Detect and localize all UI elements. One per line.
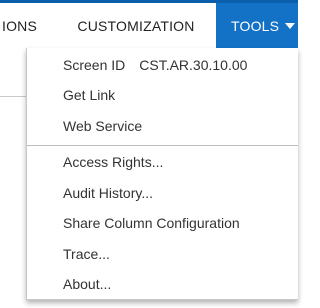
dropdown-item-get-link[interactable]: Get Link <box>27 82 298 108</box>
dropdown-item-trace[interactable]: Trace... <box>27 241 298 267</box>
tools-dropdown-menu: Screen ID CST.AR.30.10.00 Get Link Web S… <box>26 48 298 300</box>
dropdown-item-label: Audit History... <box>63 185 153 201</box>
screen-id-value: CST.AR.30.10.00 <box>139 57 248 73</box>
chevron-down-icon <box>285 22 296 29</box>
menu-item-tools[interactable]: TOOLS <box>216 3 298 48</box>
menu-item-customization-label: CUSTOMIZATION <box>77 17 195 34</box>
dropdown-item-screen-id[interactable]: Screen ID CST.AR.30.10.00 <box>27 52 298 78</box>
dropdown-item-web-service[interactable]: Web Service <box>27 113 298 139</box>
menu-item-actions-label: IONS <box>2 17 38 34</box>
menu-item-tools-label: TOOLS <box>231 17 280 34</box>
dropdown-item-label: Share Column Configuration <box>63 215 240 231</box>
menu-item-actions[interactable]: IONS <box>0 3 50 48</box>
top-menu-bar: IONS CUSTOMIZATION TOOLS <box>0 0 298 48</box>
page-divider <box>0 96 26 97</box>
dropdown-item-label: Trace... <box>63 246 110 262</box>
dropdown-item-label: About... <box>63 276 112 292</box>
dropdown-item-about[interactable]: About... <box>27 271 298 297</box>
dropdown-item-share-column-configuration[interactable]: Share Column Configuration <box>27 210 298 236</box>
dropdown-item-audit-history[interactable]: Audit History... <box>27 180 298 206</box>
screen: IONS CUSTOMIZATION TOOLS Screen ID CST.A… <box>0 0 298 308</box>
menu-item-customization[interactable]: CUSTOMIZATION <box>61 3 211 48</box>
dropdown-item-label: Web Service <box>63 118 143 134</box>
dropdown-item-label: Get Link <box>63 87 116 103</box>
dropdown-item-access-rights[interactable]: Access Rights... <box>27 149 298 175</box>
dropdown-item-label: Access Rights... <box>63 154 164 170</box>
menu-separator <box>27 145 298 146</box>
screen-id-label: Screen ID <box>63 57 126 73</box>
